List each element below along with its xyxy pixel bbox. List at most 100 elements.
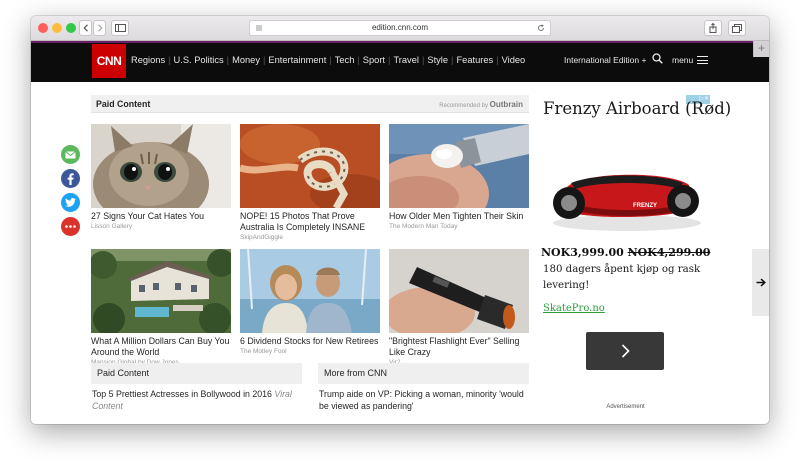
address-url: edition.cnn.com (371, 23, 429, 32)
card-image-cream (389, 124, 529, 208)
tabs-overview-icon (732, 23, 742, 33)
ad-old-price: NOK4,299.00 (627, 246, 711, 259)
new-tab-button[interactable]: + (753, 41, 769, 57)
sponsored-card[interactable]: NOPE! 15 Photos That Prove Australia Is … (240, 124, 380, 242)
card-source: Lisson Gallery (91, 223, 133, 230)
share-facebook-button[interactable] (61, 169, 80, 188)
browser-window: edition.cnn.com CNN Regions | U.S. Politic… (31, 16, 769, 424)
reload-icon[interactable] (537, 24, 545, 32)
nav-links: Regions | U.S. Politics | Money | Entertainmen… (131, 55, 525, 65)
close-window-button[interactable] (38, 23, 48, 33)
nav-separator: | (496, 55, 499, 65)
card-source: The Modern Man Today (389, 223, 458, 230)
sponsored-card[interactable]: "Brightest Flashlight Ever" Selling Like… (389, 249, 529, 367)
paid-content-section-header: Paid Content (91, 363, 302, 384)
ad-title[interactable]: Frenzy Airboard (Rød) (543, 97, 731, 121)
ad-product-image[interactable]: FRENZY (543, 163, 708, 236)
nav-link-travel[interactable]: Travel (393, 55, 419, 65)
browser-toolbar: edition.cnn.com (31, 16, 769, 41)
nav-separator: | (388, 55, 391, 65)
section-title: More from CNN (324, 368, 388, 378)
nav-separator: | (263, 55, 266, 65)
chevron-left-icon (82, 24, 88, 32)
email-icon (65, 150, 76, 158)
nav-link-style[interactable]: Style (427, 55, 448, 65)
more-dots-icon (65, 225, 76, 228)
outbrain-logo: Outbrain (489, 100, 523, 109)
ad-next-button[interactable] (586, 332, 664, 370)
card-image-snake (240, 124, 380, 208)
chevron-right-icon (621, 344, 630, 358)
nav-link-entertainment[interactable]: Entertainment (268, 55, 326, 65)
ad-description: 180 dagers åpent kjøp og rask levering! (543, 264, 701, 291)
recommended-by[interactable]: Recommended by Outbrain (439, 100, 523, 109)
nav-link-sport[interactable]: Sport (363, 55, 385, 65)
nav-separator: | (421, 55, 425, 65)
more-from-cnn-link[interactable]: Trump aide on VP: Picking a woman, minor… (319, 388, 527, 412)
card-caption: NOPE! 15 Photos That Prove Australia Is … (240, 211, 366, 232)
share-twitter-button[interactable] (61, 193, 80, 212)
card-image-flashlight (389, 249, 529, 333)
facebook-icon (67, 172, 74, 185)
sponsored-card[interactable]: 27 Signs Your Cat Hates You Lisson Galle… (91, 124, 231, 231)
sponsored-card[interactable]: 6 Dividend Stocks for New Retirees The M… (240, 249, 380, 356)
sidebar-icon (114, 24, 126, 32)
nav-link-features[interactable]: Features (456, 55, 493, 65)
nav-separator: | (226, 55, 230, 65)
minimize-window-button[interactable] (52, 23, 62, 33)
nav-link-u-s-politics[interactable]: U.S. Politics (174, 55, 224, 65)
card-source: The Motley Fool (240, 348, 287, 355)
recommended-by-label: Recommended by (439, 103, 488, 109)
nav-separator: | (451, 55, 454, 65)
chevron-right-icon (97, 24, 103, 32)
tabs-button[interactable] (728, 20, 746, 36)
ad-link[interactable]: SkatePro.no (543, 303, 605, 314)
nav-separator: | (357, 55, 360, 65)
forward-button[interactable] (93, 20, 106, 36)
ad-price: NOK3,999.00 NOK4,299.00 (541, 246, 710, 259)
arrow-right-icon (756, 278, 766, 287)
card-image-mansion (91, 249, 231, 333)
sidebar-button[interactable] (111, 20, 129, 36)
page-content: Paid Content Recommended by Outbrain 27 … (31, 82, 769, 424)
paid-content-title: Paid Content (96, 99, 151, 109)
sponsored-card[interactable]: How Older Men Tighten Their Skin The Mod… (389, 124, 529, 231)
card-caption: 6 Dividend Stocks for New Retirees (240, 336, 379, 346)
card-caption: "Brightest Flashlight Ever" Selling Like… (389, 336, 520, 357)
card-caption: 27 Signs Your Cat Hates You (91, 211, 204, 221)
card-caption: How Older Men Tighten Their Skin (389, 211, 524, 221)
back-button[interactable] (79, 20, 92, 36)
ad-product-brand: FRENZY (633, 203, 657, 209)
nav-link-regions[interactable]: Regions (131, 55, 165, 65)
sponsored-card[interactable]: What A Million Dollars Can Buy You Aroun… (91, 249, 231, 367)
paid-content-header: Paid Content Recommended by Outbrain (91, 95, 529, 113)
nav-link-tech[interactable]: Tech (335, 55, 355, 65)
twitter-icon (65, 198, 76, 207)
section-title: Paid Content (97, 368, 150, 378)
more-from-cnn-header: More from CNN (318, 363, 529, 384)
share-more-button[interactable] (61, 217, 80, 236)
search-icon[interactable] (652, 53, 663, 64)
card-caption: What A Million Dollars Can Buy You Aroun… (91, 336, 230, 357)
nav-separator: | (168, 55, 171, 65)
ad-current-price: NOK3,999.00 (541, 246, 624, 259)
link-title: Top 5 Prettiest Actresses in Bollywood i… (92, 389, 272, 399)
share-email-button[interactable] (61, 145, 80, 164)
card-image-couple (240, 249, 380, 333)
cnn-nav-bar: CNN Regions | U.S. Politics | Money | Entertai… (31, 41, 769, 82)
share-page-button[interactable] (704, 20, 722, 36)
menu-label[interactable]: menu (672, 55, 693, 65)
advertisement-label: Advertisement (606, 404, 645, 410)
zoom-window-button[interactable] (66, 23, 76, 33)
address-bar[interactable]: edition.cnn.com (249, 20, 551, 36)
paid-content-link[interactable]: Top 5 Prettiest Actresses in Bollywood i… (92, 388, 302, 412)
cnn-logo[interactable]: CNN (92, 44, 126, 78)
card-source: SkipAndGiggle (240, 234, 283, 241)
share-icon (709, 23, 717, 33)
nav-link-money[interactable]: Money (232, 55, 260, 65)
nav-link-video[interactable]: Video (502, 55, 526, 65)
hamburger-menu-icon[interactable] (697, 56, 708, 64)
nav-accent-line (31, 41, 769, 43)
edition-selector[interactable]: International Edition + (564, 55, 646, 65)
next-article-button[interactable] (752, 249, 769, 316)
